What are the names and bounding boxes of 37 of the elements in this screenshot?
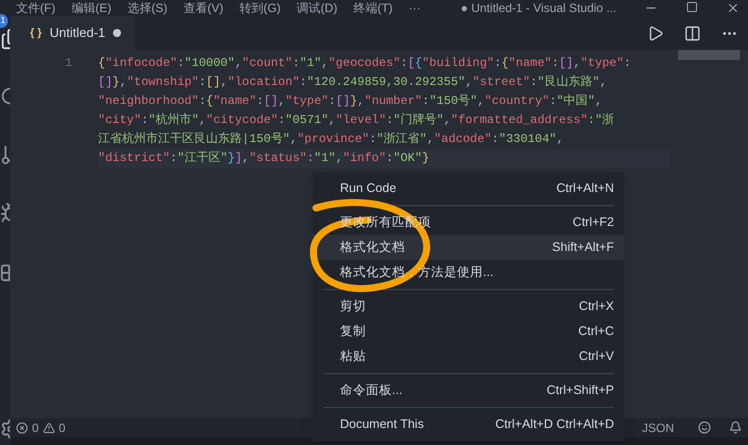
menu-item[interactable]: 调试(D) [296,0,338,16]
json-file-icon: { } [30,24,42,42]
minimap [678,50,740,60]
close-icon[interactable] [726,1,740,15]
context-menu-item[interactable]: 格式化文档 Shift+Alt+F [313,235,624,260]
menu-item[interactable]: 转到(G) [239,0,281,16]
context-menu-item[interactable]: 命令面板... Ctrl+Shift+P [313,378,624,403]
feedback-icon[interactable] [698,421,711,434]
menu-item[interactable]: 编辑(E) [71,0,112,16]
menu-item[interactable]: 选择(S) [127,0,168,16]
menu-item[interactable]: 查看(V) [183,0,224,16]
context-menu-item[interactable]: 剪切 Ctrl+X [313,294,624,319]
line-number: 1 [65,55,72,72]
split-editor-icon[interactable] [684,24,701,42]
code-line: {"infocode":"10000","count":"1","geocodes":[{"building":{"name":[],"type": [98,55,632,72]
code-line: []},"township":[],"location":"120.249859,30.292355","street":"艮山东路", [98,74,608,91]
language-mode[interactable]: JSON [642,418,674,436]
context-menu-item[interactable]: 粘贴 Ctrl+V [313,344,624,369]
maximize-icon[interactable] [686,1,698,13]
menu-item[interactable]: ··· [408,0,421,16]
notification-icon[interactable] [729,421,742,434]
warning-icon [42,422,55,434]
code-line: 江省杭州市江干区艮山东路|150号","province":"浙江省","adcode":"330104", [98,131,565,148]
menu-item[interactable]: 文件(F) [16,0,56,16]
editor-tab[interactable]: { } Untitled-1 [10,16,136,50]
context-menu-item[interactable]: Document This Ctrl+Alt+D Ctrl+Alt+D [313,412,624,437]
code-line: "neighborhood":{"name":[],"type":[]},"number":"150号","country":"中国", [98,93,604,110]
menu-item[interactable]: 终端(T) [353,0,393,16]
context-menu-item[interactable]: 复制 Ctrl+C [313,319,624,344]
error-count[interactable]: 0 [32,418,39,436]
window-title: ● Untitled-1 - Visual Studio ... [460,0,616,16]
warning-count[interactable]: 0 [58,418,66,436]
run-icon[interactable] [647,24,664,42]
context-menu-item[interactable]: Run Code Ctrl+Alt+N [313,176,624,201]
error-icon [16,422,28,434]
context-menu-item[interactable]: 格式化文档，方法是使用... [313,260,624,285]
code-line: "city":"杭州市","citycode":"0571","level":"门牌号","formatted_address":"浙 [98,112,616,129]
